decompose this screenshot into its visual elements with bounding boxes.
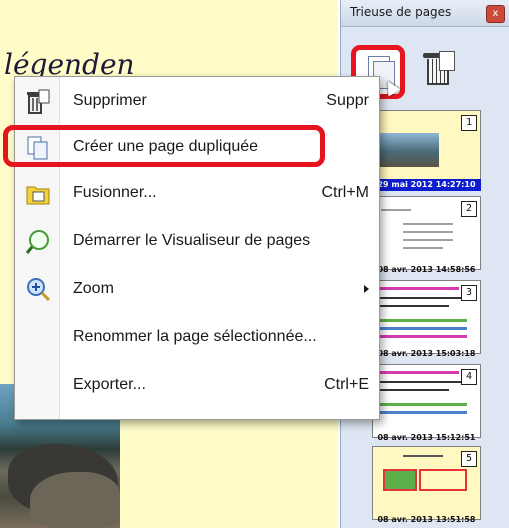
menu-item-rename[interactable]: Renommer la page sélectionnée... xyxy=(15,319,379,357)
page-date: 08 avr. 2013 13:51:58 xyxy=(377,515,476,524)
page-sorter-header: Trieuse de pages x xyxy=(341,0,509,27)
menu-item-zoom[interactable]: Zoom xyxy=(15,271,379,309)
menu-item-duplicate-page[interactable]: Créer une page dupliquée xyxy=(3,125,379,167)
thumbnail-photo xyxy=(377,133,439,167)
page-number: 3 xyxy=(461,285,477,301)
page-thumbnail[interactable]: 2 xyxy=(372,196,481,270)
magnifier-icon xyxy=(25,229,51,255)
page-date: 08 avr. 2013 15:12:51 xyxy=(377,433,476,442)
page-icon xyxy=(439,51,455,71)
page-number: 1 xyxy=(461,115,477,131)
page-thumbnail[interactable]: 1 xyxy=(372,110,481,184)
menu-item-merge[interactable]: Fusionner... Ctrl+M xyxy=(15,175,379,213)
page-date: 08 avr. 2013 14:58:56 xyxy=(377,265,476,274)
context-menu: Supprimer Suppr Créer une page dupliquée… xyxy=(3,76,380,420)
page-number: 5 xyxy=(461,451,477,467)
menu-item-label: Exporter... xyxy=(73,376,146,393)
menu-item-delete[interactable]: Supprimer Suppr xyxy=(15,83,379,121)
zoom-icon xyxy=(25,277,51,303)
page-thumbnail[interactable]: 5 xyxy=(372,446,481,520)
submenu-arrow-icon xyxy=(364,285,369,293)
menu-item-label: Supprimer xyxy=(73,92,147,109)
page-number: 4 xyxy=(461,369,477,385)
trash-icon xyxy=(25,89,51,115)
menu-item-page-viewer[interactable]: Démarrer le Visualiseur de pages xyxy=(15,223,379,261)
page-sorter-title: Trieuse de pages xyxy=(350,5,452,19)
menu-item-shortcut: Suppr xyxy=(326,92,369,109)
page-thumbnail[interactable]: 4 xyxy=(372,364,481,438)
menu-item-export[interactable]: Exporter... Ctrl+E xyxy=(15,367,379,405)
menu-item-label: Renommer la page sélectionnée... xyxy=(73,328,317,345)
menu-item-label: Fusionner... xyxy=(73,184,157,201)
merge-folder-icon xyxy=(25,181,51,207)
page-date: 29 mai 2012 14:27:10 xyxy=(372,179,481,191)
close-button[interactable]: x xyxy=(486,5,505,23)
highlight-box xyxy=(3,125,325,167)
page-date: 08 avr. 2013 15:03:18 xyxy=(377,349,476,358)
menu-item-label: Zoom xyxy=(73,280,114,297)
menu-item-label: Démarrer le Visualiseur de pages xyxy=(73,232,311,249)
menu-item-shortcut: Ctrl+E xyxy=(324,376,369,393)
delete-page-button[interactable] xyxy=(423,51,455,87)
page-number: 2 xyxy=(461,201,477,217)
menu-item-shortcut: Ctrl+M xyxy=(321,184,369,201)
page-thumbnail[interactable]: 3 xyxy=(372,280,481,354)
